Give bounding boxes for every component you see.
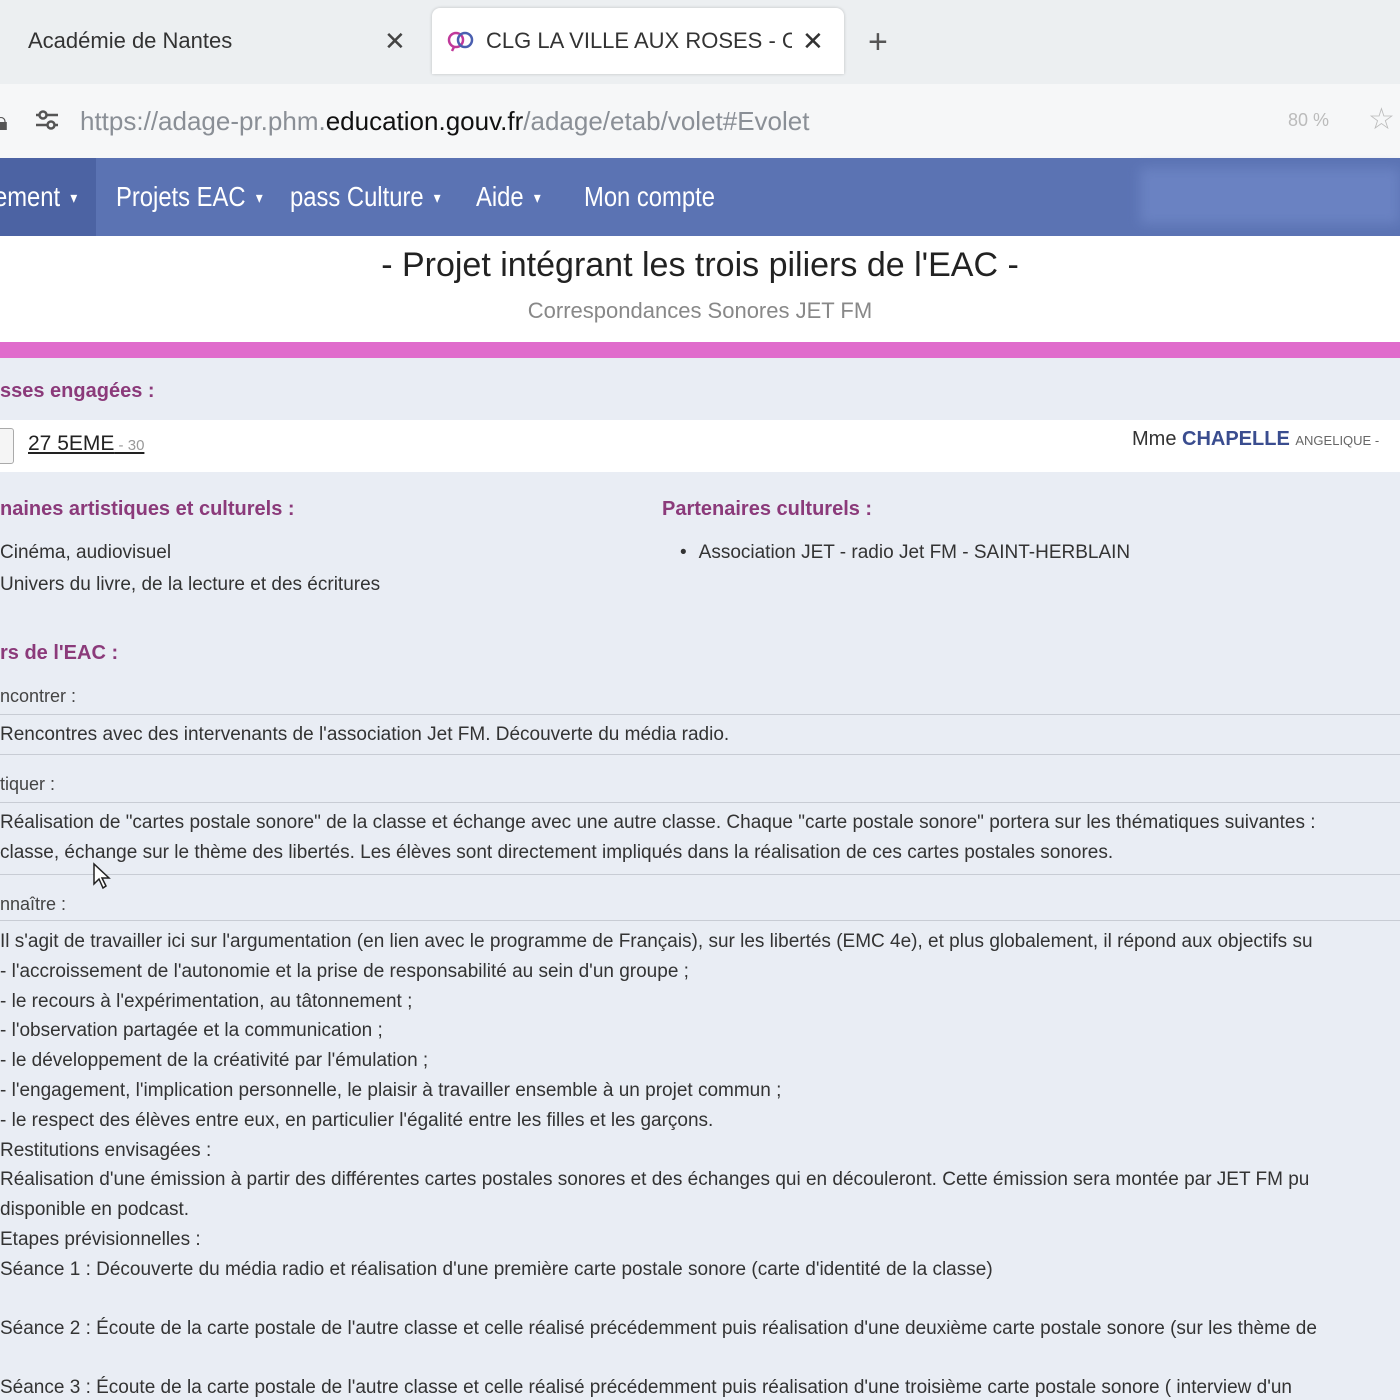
url-prefix: https://adage-pr.phm. [80, 106, 326, 136]
url-path: /adage/etab/volet#Evolet [523, 106, 810, 136]
nav-item-projets-eac[interactable]: Projets EAC ▾ [116, 158, 263, 236]
seance-line: Séance 3 : Écoute de la carte postale de… [0, 1377, 1292, 1398]
browser-tab-bar: Académie de Nantes ✕ CLG LA VILLE AUX RO… [0, 0, 1400, 84]
address-bar: 🔒︎ https://adage-pr.phm.education.gouv.f… [0, 84, 1400, 158]
nav-item-aide[interactable]: Aide ▾ [476, 158, 541, 236]
url-field[interactable]: https://adage-pr.phm.education.gouv.fr/a… [80, 106, 809, 137]
seance-line: Séance 2 : Écoute de la carte postale de… [0, 1318, 1317, 1339]
nav-item-etablissement[interactable]: ement ▾ [0, 158, 77, 236]
tab-academie[interactable]: Académie de Nantes ✕ [0, 8, 420, 74]
tab-title: CLG LA VILLE AUX ROSES - CH/ [486, 28, 792, 53]
class-count: - 30 [114, 437, 145, 454]
teacher-firstname: ANGELIQUE - [1295, 433, 1380, 448]
class-link[interactable]: 27 5EME - 30 [28, 432, 144, 456]
pilier-text-connaitre-line: Restitutions envisagées : [0, 1140, 212, 1161]
project-accent-bar [0, 342, 1400, 358]
new-tab-icon[interactable]: + [868, 22, 888, 62]
chevron-down-icon: ▾ [533, 189, 541, 207]
bookmark-star-icon[interactable]: ☆ [1368, 102, 1395, 137]
close-tab-icon[interactable]: ✕ [384, 26, 406, 57]
pilier-text-pratiquer-line: classe, échange sur le thème des liberté… [0, 842, 1114, 863]
pilier-text-rencontrer: Rencontres avec des intervenants de l'as… [0, 724, 730, 745]
page-settings-icon[interactable] [32, 106, 62, 134]
nav-label: Mon compte [584, 181, 715, 212]
pilier-text-connaitre-line: Séance 1 : Découverte du média radio et … [0, 1259, 993, 1280]
nav-item-mon-compte[interactable]: Mon compte [584, 158, 715, 236]
teacher-name: Mme CHAPELLE ANGELIQUE - [1132, 428, 1379, 451]
pilier-text-connaitre-line: disponible en podcast. [0, 1199, 190, 1220]
domaine-item: Univers du livre, de la lecture et des é… [0, 574, 381, 595]
pilier-text-connaitre-line: Réalisation d'une émission à partir des … [0, 1169, 1310, 1190]
pilier-text-connaitre-line: - le respect des élèves entre eux, en pa… [0, 1110, 714, 1131]
close-tab-icon[interactable]: ✕ [802, 26, 824, 57]
pilier-label-pratiquer: tiquer : [0, 774, 56, 794]
zoom-indicator[interactable]: 80 % [1288, 110, 1329, 131]
section-heading-partenaires: Partenaires culturels : [662, 498, 873, 520]
section-heading-classes: sses engagées : [0, 380, 155, 402]
class-name: 27 5EME [28, 432, 115, 455]
nav-item-pass-culture[interactable]: pass Culture ▾ [290, 158, 441, 236]
url-domain: education.gouv.fr [325, 106, 524, 136]
pilier-text-connaitre-line: - le développement de la créativité par … [0, 1050, 429, 1071]
divider [0, 714, 1400, 715]
pilier-label-rencontrer: ncontrer : [0, 686, 77, 706]
pilier-text-connaitre-line: - l'engagement, l'implication personnell… [0, 1080, 782, 1101]
teacher-title: Mme [1132, 428, 1177, 450]
chevron-down-icon: ▾ [433, 189, 441, 207]
pilier-text-connaitre-line: - l'accroissement de l'autonomie et la p… [0, 961, 689, 982]
pilier-label-connaitre: nnaître : [0, 894, 67, 914]
section-heading-piliers: rs de l'EAC : [0, 642, 119, 664]
teacher-lastname: CHAPELLE [1182, 428, 1290, 450]
project-subtitle: Correspondances Sonores JET FM [527, 298, 873, 323]
adage-favicon-icon [447, 31, 474, 52]
domaine-item: Cinéma, audiovisuel [0, 542, 172, 563]
pilier-text-connaitre-line: Il s'agit de travailler ici sur l'argume… [0, 931, 1313, 952]
divider [0, 920, 1400, 921]
section-heading-domaines: naines artistiques et culturels : [0, 498, 295, 520]
nav-label: Projets EAC [116, 181, 246, 212]
divider [0, 802, 1400, 803]
pilier-text-connaitre-line: Etapes prévisionnelles : [0, 1229, 201, 1250]
class-checkbox[interactable] [0, 428, 14, 464]
pilier-text-connaitre-line: - le recours à l'expérimentation, au tât… [0, 991, 413, 1012]
lock-icon[interactable]: 🔒︎ [0, 106, 8, 138]
pilier-text-connaitre-line: - l'observation partagée et la communica… [0, 1020, 383, 1041]
blurred-user-area [1140, 168, 1400, 224]
divider [0, 874, 1400, 875]
tab-clg-ville-aux-roses[interactable]: CLG LA VILLE AUX ROSES - CH/ ✕ [432, 8, 844, 74]
chevron-down-icon: ▾ [255, 189, 263, 207]
divider [0, 754, 1400, 755]
nav-label: ement [0, 181, 61, 212]
nav-label: pass Culture [290, 181, 424, 212]
chevron-down-icon: ▾ [70, 189, 78, 207]
partenaire-item: Association JET - radio Jet FM - SAINT-H… [680, 542, 1131, 564]
site-nav: ement ▾ Projets EAC ▾ pass Culture ▾ Aide ▾ … [0, 158, 1400, 236]
nav-label: Aide [476, 181, 524, 212]
project-title: - Projet intégrant les trois piliers de … [381, 246, 1019, 284]
pilier-text-pratiquer-line: Réalisation de "cartes postale sonore" d… [0, 812, 1316, 833]
tab-title: Académie de Nantes [28, 28, 233, 53]
mouse-cursor-icon [93, 862, 111, 890]
